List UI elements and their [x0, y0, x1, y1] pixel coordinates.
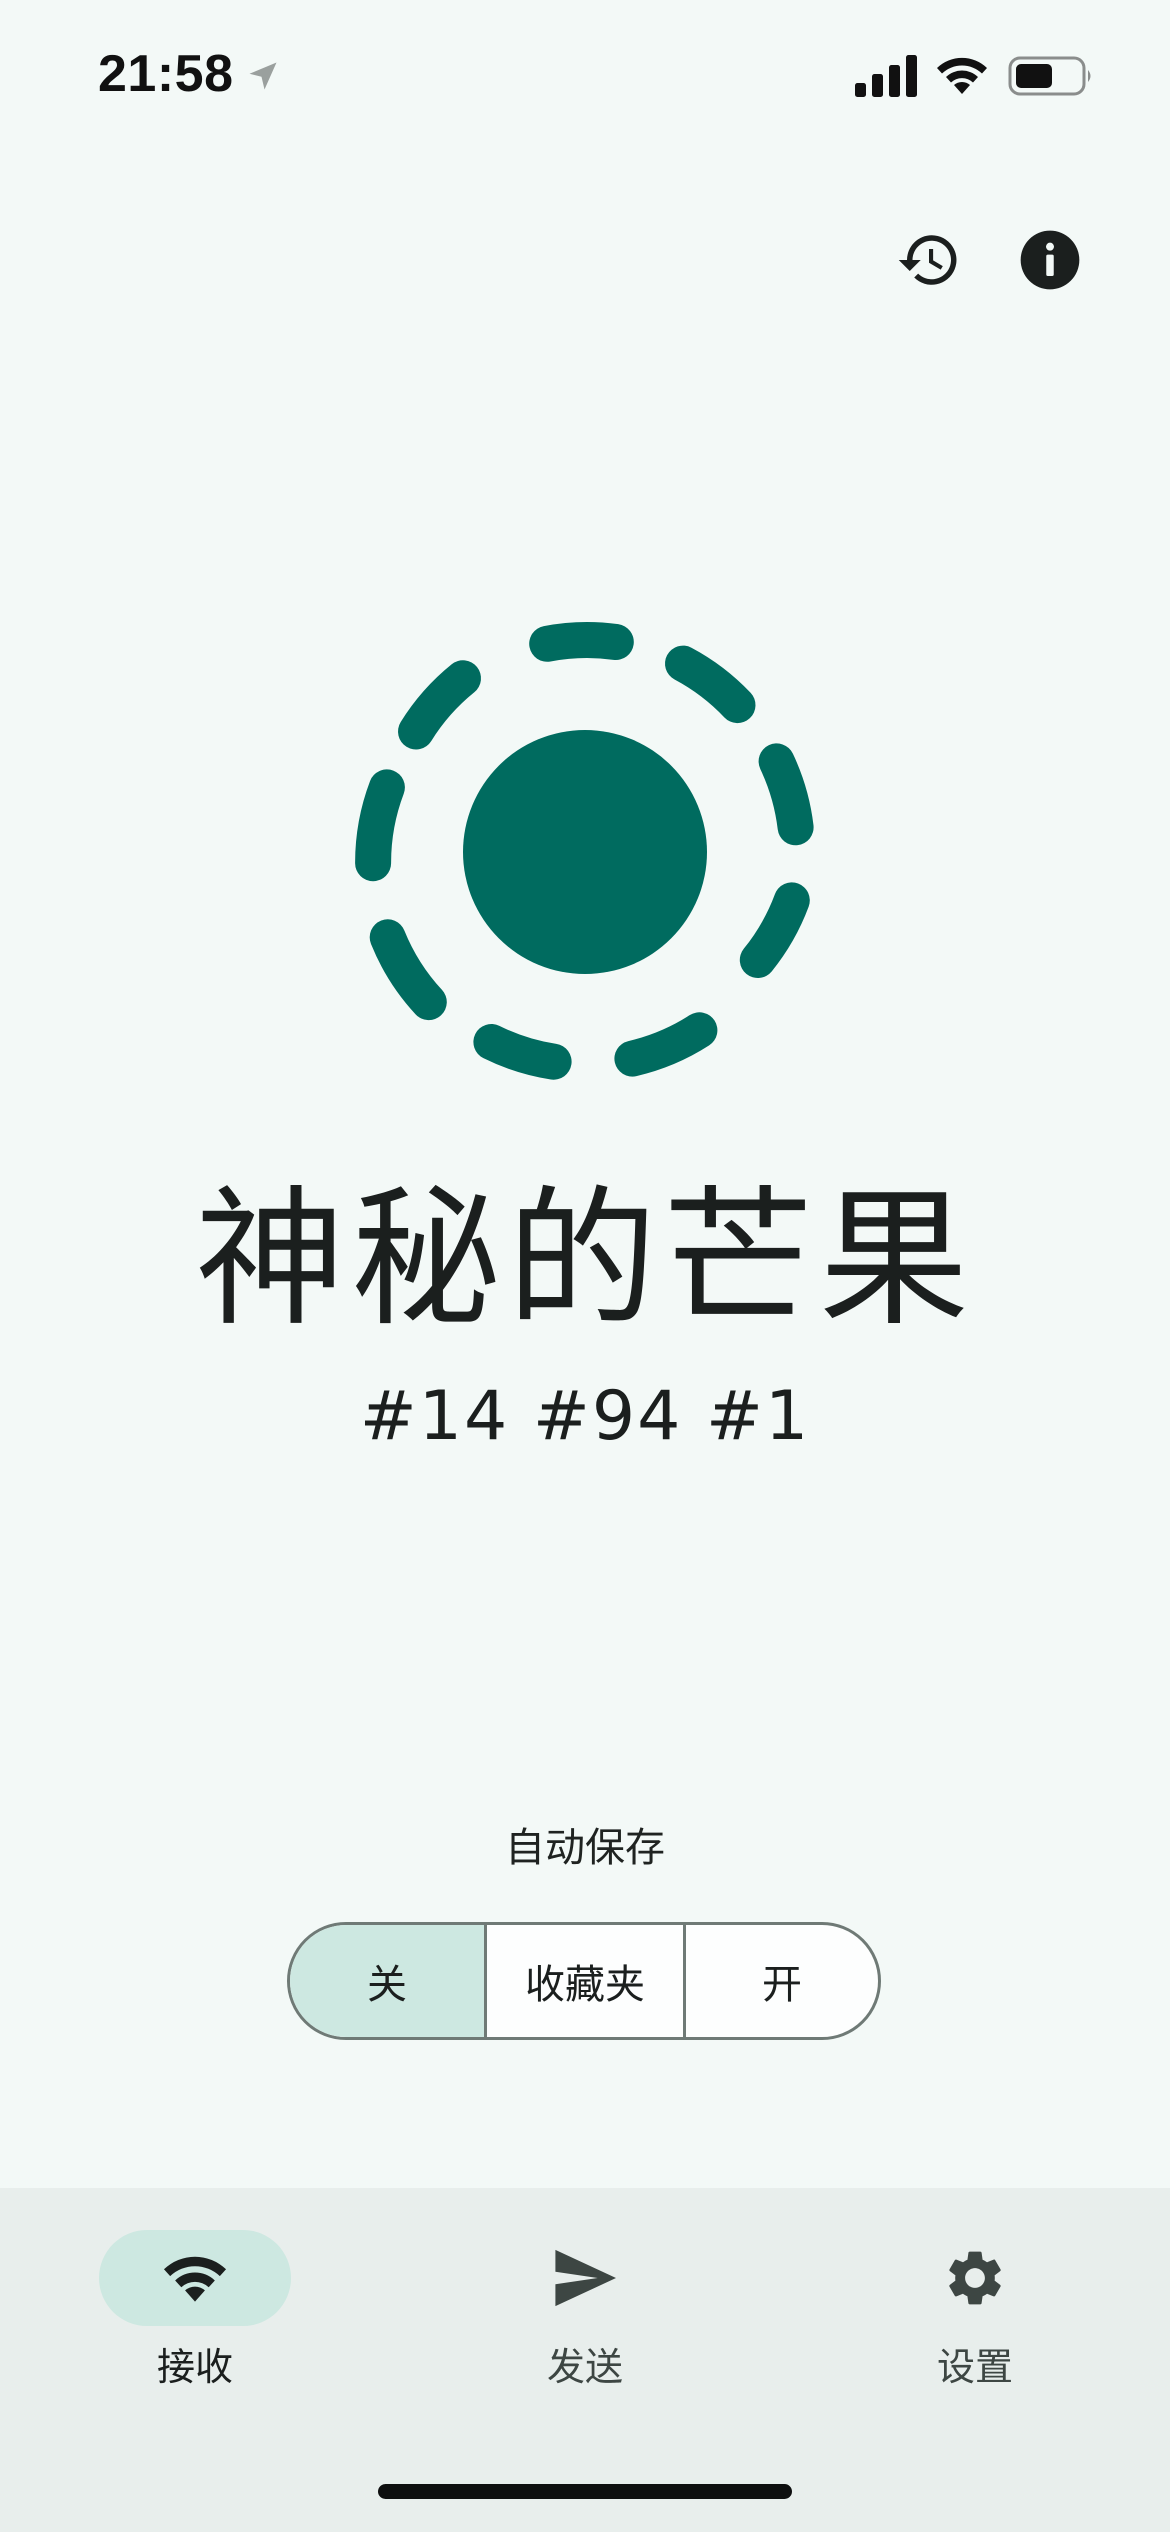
- nav-label-send: 发送: [546, 2345, 623, 2389]
- auto-save-segmented-control: 关 收藏夹 开: [287, 1922, 881, 2040]
- nav-label-receive: 接收: [156, 2345, 233, 2389]
- status-time: 21:58: [98, 45, 234, 103]
- status-bar: 21:58: [0, 0, 1170, 150]
- location-arrow-icon: [249, 62, 277, 90]
- nav-item-send[interactable]: 发送: [465, 2230, 705, 2400]
- nav-icon-container: [879, 2230, 1071, 2326]
- history-button[interactable]: [895, 226, 963, 294]
- bottom-navigation: 接收 发送 设置: [0, 2188, 1170, 2532]
- history-icon: [898, 235, 957, 285]
- device-tags: #14 #94 #1: [359, 1377, 811, 1456]
- home-indicator[interactable]: [378, 2484, 792, 2499]
- nav-label-settings: 设置: [936, 2345, 1013, 2389]
- send-icon: [555, 2249, 616, 2307]
- receive-screen: 21:58 神秘的芒果 #14 #94 #1 自动保存 关 收藏夹 开 接收 发…: [0, 0, 1170, 2532]
- localsend-logo-icon: [355, 622, 814, 1080]
- info-button[interactable]: [1016, 226, 1084, 294]
- gear-icon: [949, 2251, 1001, 2305]
- cellular-signal-icon: [855, 55, 917, 97]
- auto-save-label: 自动保存: [505, 1825, 665, 1871]
- nav-active-indicator: [99, 2230, 291, 2326]
- auto-save-option-favorites[interactable]: 收藏夹: [487, 1925, 686, 2037]
- nav-icon-container: [489, 2230, 681, 2326]
- wifi-icon: [937, 57, 987, 94]
- battery-icon: [1008, 56, 1091, 96]
- nav-item-receive[interactable]: 接收: [75, 2230, 315, 2400]
- device-name: 神秘的芒果: [194, 1173, 975, 1347]
- nav-item-settings[interactable]: 设置: [855, 2230, 1095, 2400]
- auto-save-option-on[interactable]: 开: [686, 1925, 878, 2037]
- wifi-icon: [163, 2256, 227, 2302]
- auto-save-option-off[interactable]: 关: [290, 1925, 487, 2037]
- info-icon: [1020, 230, 1080, 290]
